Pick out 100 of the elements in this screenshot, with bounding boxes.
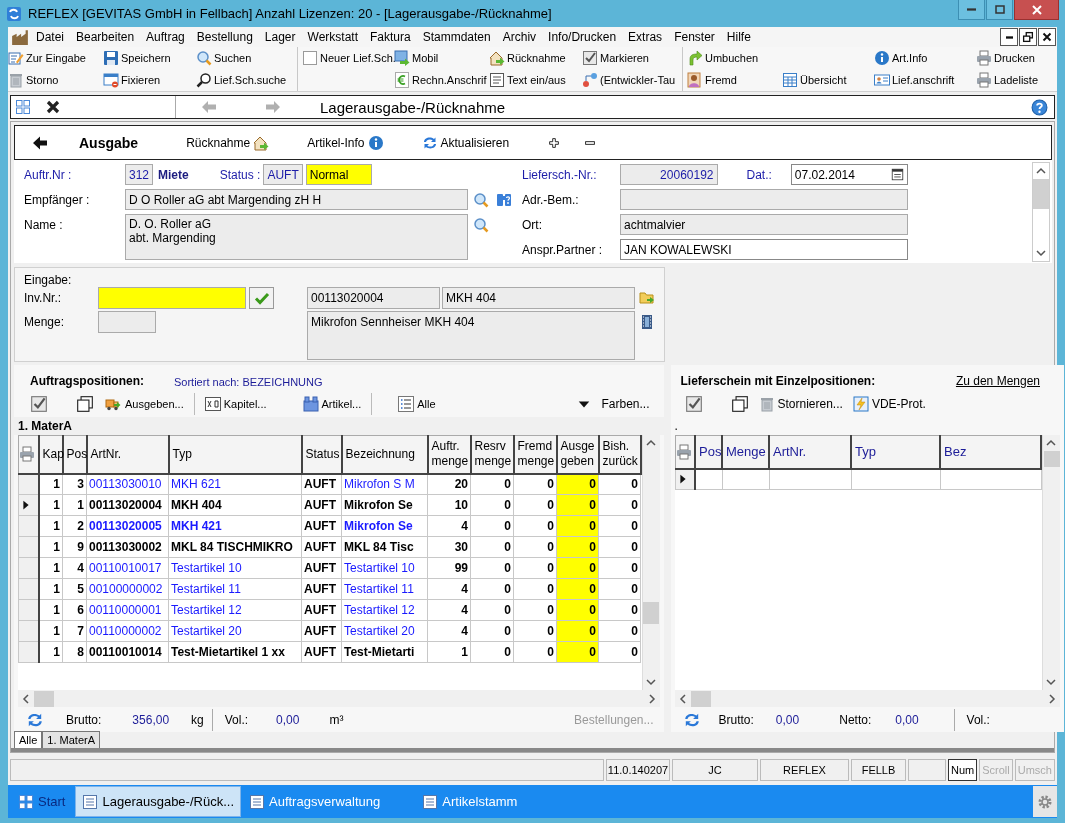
column-header[interactable]: Typ [168, 435, 302, 474]
toolbar-button[interactable]: Rechn.Anschrif [394, 69, 489, 91]
toolbar-button[interactable]: Kapitel... [204, 395, 267, 412]
name-field[interactable]: D. O. Roller aG abt. Margending [125, 214, 468, 260]
delivery-note-field[interactable]: 20060192 [620, 164, 718, 185]
menu-item[interactable]: Archiv [496, 30, 543, 44]
column-header[interactable]: ArtNr. [769, 435, 851, 469]
action-button[interactable]: Rücknahme [186, 134, 270, 151]
taskbar-item[interactable]: Artikelstamm [416, 786, 524, 817]
column-header[interactable]: Status [301, 435, 342, 474]
toolbar-button[interactable]: Art.Info [874, 47, 976, 69]
menu-item[interactable]: Stammdaten [416, 30, 497, 44]
row-selector[interactable] [18, 641, 39, 663]
toolbar-button[interactable]: Umbuchen [687, 47, 782, 69]
scroll-thumb[interactable] [1033, 179, 1049, 209]
row-selector[interactable] [18, 578, 39, 600]
column-header[interactable] [675, 435, 695, 469]
copy-icon[interactable] [76, 394, 94, 413]
column-header[interactable]: Auftr. menge [427, 435, 471, 474]
toolbar-button[interactable]: Drucken [976, 47, 1061, 69]
date-field[interactable]: 07.02.2014 [790, 164, 908, 185]
row-selector[interactable] [18, 620, 39, 642]
toolbar-button[interactable]: Alle [398, 395, 436, 412]
column-header[interactable]: ArtNr. [86, 435, 169, 474]
tab[interactable]: 1. MaterA [42, 731, 101, 748]
menu-item[interactable]: Extras [622, 30, 669, 44]
menu-item[interactable]: Bearbeiten [70, 30, 141, 44]
toolbar-button[interactable]: Neuer Lief.Sch. [302, 47, 394, 69]
row-selector[interactable] [18, 536, 39, 558]
order-number-field[interactable]: 312 [125, 164, 154, 185]
scroll-thumb[interactable] [643, 601, 659, 624]
toolbar-button[interactable]: Text ein/aus [489, 69, 582, 91]
menu-item[interactable]: Faktura [364, 30, 417, 44]
colors-dropdown[interactable]: Farben... [577, 396, 650, 411]
column-header[interactable]: Resrv menge [470, 435, 514, 474]
help-icon[interactable] [1031, 98, 1048, 116]
start-button[interactable]: Start [12, 786, 72, 817]
column-header[interactable]: Typ [851, 435, 940, 469]
menu-item[interactable]: Bestellung [190, 30, 259, 44]
status-field[interactable]: AUFT [263, 164, 303, 185]
menu-item[interactable]: Info/Drucken [542, 30, 623, 44]
menu-item[interactable]: Fenster [668, 30, 721, 44]
menu-item[interactable]: Lager [258, 30, 302, 44]
horizontal-scrollbar[interactable] [18, 690, 660, 707]
close-button[interactable] [1038, 28, 1056, 46]
address-note-field[interactable] [620, 189, 908, 210]
menu-item[interactable]: Auftrag [140, 30, 191, 44]
toolbar-button[interactable]: Ladeliste [976, 69, 1061, 91]
priority-field[interactable]: Normal [305, 164, 372, 185]
toolbar-button[interactable]: Artikel... [302, 395, 362, 412]
menu-item[interactable]: Hilfe [720, 30, 757, 44]
toolbar-button[interactable]: Ausgeben... [104, 395, 184, 412]
quantities-link[interactable]: Zu den Mengen [955, 374, 1040, 388]
menu-item[interactable]: Datei [30, 30, 70, 44]
restore-button[interactable] [1019, 28, 1037, 46]
scroll-thumb[interactable] [34, 690, 54, 707]
column-header[interactable]: Bezeichnung [341, 435, 428, 474]
toolbar-button[interactable]: Markieren [582, 47, 678, 69]
folder-arrow-icon[interactable] [639, 290, 655, 306]
checkbox-icon[interactable] [684, 394, 703, 413]
column-header[interactable]: Fremd menge [513, 435, 557, 474]
action-button[interactable]: Artikel-Info [307, 134, 384, 151]
scroll-thumb[interactable] [690, 690, 711, 707]
row-selector[interactable] [18, 557, 39, 579]
toolbar-button[interactable]: Fixieren [103, 69, 196, 91]
quantity-field[interactable] [98, 311, 156, 333]
action-button[interactable]: Aktualisieren [421, 134, 510, 151]
recipient-field[interactable]: D O Roller aG abt Margending zH H [125, 189, 468, 210]
maximize-button[interactable] [986, 0, 1013, 20]
column-header[interactable]: Ausge geben [556, 435, 599, 474]
toolbar-button[interactable]: Zur Eingabe [8, 47, 103, 69]
checkbox-icon[interactable] [30, 394, 48, 413]
vertical-scrollbar[interactable] [1042, 435, 1060, 690]
menu-item[interactable]: Werkstatt [301, 30, 364, 44]
toolbar-button[interactable]: Lief.Sch.suche [196, 69, 293, 91]
toolbar-button[interactable]: Rücknahme [489, 47, 582, 69]
taskbar-item[interactable]: Auftragsverwaltung [243, 786, 387, 817]
toolbar-button[interactable]: Storno [8, 69, 103, 91]
confirm-button[interactable] [249, 287, 274, 309]
grid-icon[interactable] [15, 99, 31, 115]
toolbar-button[interactable]: Mobil [394, 47, 489, 69]
toolbar-button[interactable]: Fremd [687, 69, 782, 91]
close-icon[interactable] [45, 99, 61, 115]
film-strip-icon[interactable] [639, 314, 655, 330]
settings-button[interactable] [1033, 786, 1057, 817]
contact-field[interactable]: JAN KOWALEWSKI [620, 239, 908, 260]
close-button[interactable] [1014, 0, 1059, 20]
expand-button[interactable] [547, 135, 562, 150]
scroll-thumb[interactable] [1043, 451, 1060, 467]
column-header[interactable]: Pos [695, 435, 722, 469]
toolbar-button[interactable]: Speichern [103, 47, 196, 69]
horizontal-scrollbar[interactable] [674, 690, 1060, 707]
search-icon[interactable] [473, 191, 489, 208]
vertical-scrollbar[interactable] [1032, 162, 1050, 262]
toolbar-button[interactable]: Lief.anschrift [874, 69, 976, 91]
column-header[interactable]: Menge [722, 435, 769, 469]
toolbar-button[interactable]: Stornieren... [758, 395, 843, 412]
search-icon[interactable] [473, 216, 489, 233]
column-header[interactable] [18, 435, 39, 474]
column-header[interactable]: Bish. zurück [598, 435, 641, 474]
